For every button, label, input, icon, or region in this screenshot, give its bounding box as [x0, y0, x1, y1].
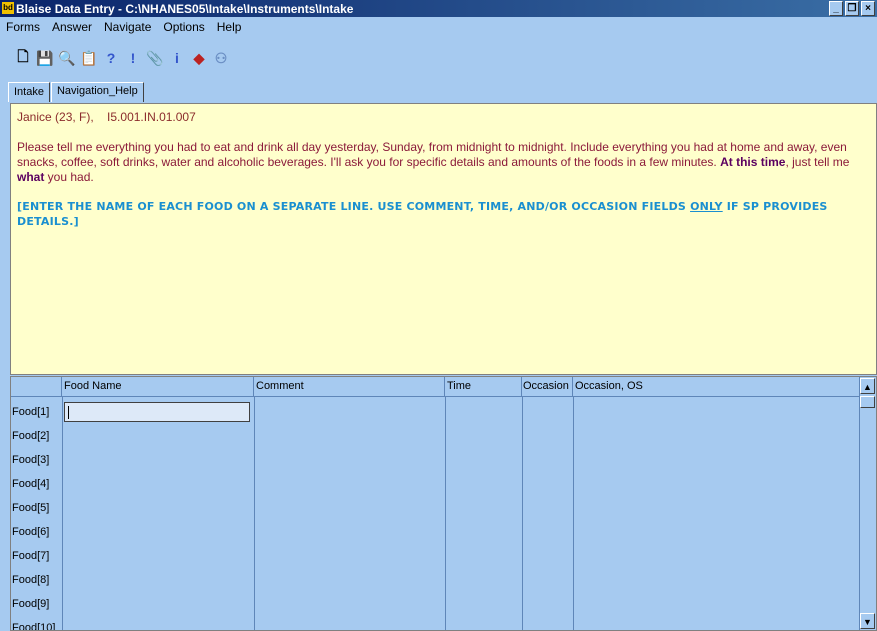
- instruction-emphasis: ONLY: [690, 200, 723, 213]
- row-label-food-5[interactable]: Food[5]: [12, 496, 62, 520]
- save-icon[interactable]: 💾: [36, 49, 54, 67]
- grid-header: Food Name Comment Time Occasion Occasion…: [11, 377, 862, 397]
- paperclip-icon[interactable]: 📎: [146, 49, 164, 67]
- column-divider: [445, 396, 446, 630]
- menu-answer[interactable]: Answer: [46, 20, 98, 34]
- menu-navigate[interactable]: Navigate: [98, 20, 157, 34]
- header-occasion[interactable]: Occasion: [522, 377, 573, 396]
- restore-button[interactable]: ❐: [845, 1, 859, 16]
- users-icon[interactable]: ⚇: [212, 49, 230, 67]
- window-controls: _ ❐ ×: [829, 1, 875, 16]
- help-icon[interactable]: ?: [102, 49, 120, 67]
- instruction-part1: [ENTER THE NAME OF EACH FOOD ON A SEPARA…: [17, 200, 691, 213]
- title-bar: bd Blaise Data Entry - C:\NHANES05\Intak…: [0, 0, 877, 17]
- vertical-scrollbar[interactable]: ▲ ▼: [859, 377, 876, 630]
- header-row-label: [11, 377, 62, 396]
- row-label-food-10[interactable]: Food[10]: [12, 616, 62, 630]
- header-food-name[interactable]: Food Name: [62, 377, 254, 396]
- find-icon[interactable]: 🔍: [58, 49, 76, 67]
- minimize-button[interactable]: _: [829, 1, 843, 16]
- header-comment[interactable]: Comment: [254, 377, 445, 396]
- question-pane: Janice (23, F), I5.001.IN.01.007 Please …: [10, 103, 877, 375]
- menu-bar: Forms Answer Navigate Options Help: [0, 17, 877, 37]
- row-label-food-4[interactable]: Food[4]: [12, 472, 62, 496]
- question-emphasis-2: what: [17, 170, 45, 184]
- scroll-down-button[interactable]: ▼: [860, 613, 875, 629]
- header-occasion-os[interactable]: Occasion, OS: [573, 377, 862, 396]
- remark-icon[interactable]: ◆: [190, 49, 208, 67]
- menu-options[interactable]: Options: [157, 20, 210, 34]
- row-label-food-8[interactable]: Food[8]: [12, 568, 62, 592]
- row-label-food-2[interactable]: Food[2]: [12, 424, 62, 448]
- tab-intake[interactable]: Intake: [8, 82, 50, 102]
- food-grid: Food Name Comment Time Occasion Occasion…: [10, 376, 877, 631]
- column-divider: [522, 396, 523, 630]
- header-time[interactable]: Time: [445, 377, 522, 396]
- close-button[interactable]: ×: [861, 1, 875, 16]
- column-divider: [254, 396, 255, 630]
- copy-icon[interactable]: 📋: [80, 49, 98, 67]
- question-text-part3: you had.: [44, 170, 94, 184]
- tab-navigation-help[interactable]: Navigation_Help: [50, 82, 144, 102]
- question-emphasis-1: At this time: [720, 155, 786, 169]
- row-label-food-3[interactable]: Food[3]: [12, 448, 62, 472]
- info-icon[interactable]: i: [168, 49, 186, 67]
- tab-strip: Intake Navigation_Help: [8, 82, 145, 102]
- app-icon: bd: [2, 2, 14, 14]
- column-divider: [62, 396, 63, 630]
- row-label-food-1[interactable]: Food[1]: [12, 400, 62, 424]
- window-title: Blaise Data Entry - C:\NHANES05\Intake\I…: [16, 2, 354, 16]
- respondent-line: Janice (23, F), I5.001.IN.01.007: [17, 110, 870, 125]
- interviewer-instruction: [ENTER THE NAME OF EACH FOOD ON A SEPARA…: [17, 199, 870, 229]
- instrument-id: I5.001.IN.01.007: [107, 110, 196, 124]
- new-document-icon[interactable]: 🗋: [14, 48, 32, 67]
- food-name-input-1[interactable]: [64, 402, 250, 422]
- toolbar: 🗋 💾 🔍 📋 ? ! 📎 i ◆ ⚇: [0, 38, 877, 78]
- question-text-part2: , just tell me: [785, 155, 850, 169]
- menu-forms[interactable]: Forms: [0, 20, 46, 34]
- warning-icon[interactable]: !: [124, 49, 142, 67]
- row-label-food-7[interactable]: Food[7]: [12, 544, 62, 568]
- row-label-food-6[interactable]: Food[6]: [12, 520, 62, 544]
- scroll-up-button[interactable]: ▲: [860, 378, 875, 394]
- row-label-food-9[interactable]: Food[9]: [12, 592, 62, 616]
- column-divider: [573, 396, 574, 630]
- scroll-thumb[interactable]: [860, 396, 875, 408]
- respondent-info: Janice (23, F),: [17, 110, 94, 124]
- question-text: Please tell me everything you had to eat…: [17, 140, 870, 185]
- menu-help[interactable]: Help: [211, 20, 248, 34]
